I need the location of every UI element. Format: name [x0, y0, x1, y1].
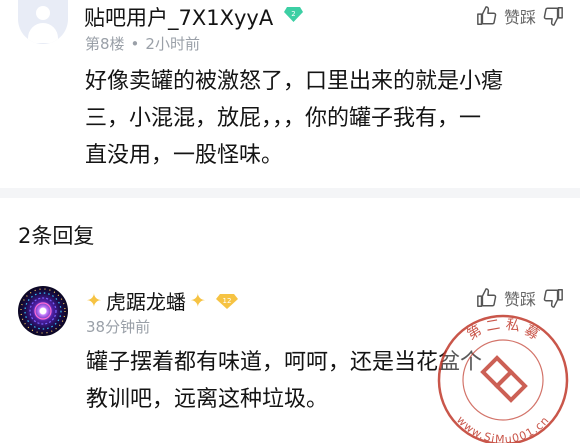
watermark-stamp: 第 二 私 募 www.SiMu001.cn: [437, 314, 569, 443]
sparkle-icon: ✦: [189, 289, 206, 312]
reply-time: 38分钟前: [86, 318, 151, 336]
svg-text:2: 2: [291, 10, 295, 18]
svg-text:12: 12: [222, 297, 231, 305]
reply-avatar[interactable]: [18, 286, 68, 336]
post-username[interactable]: 贴吧用户_7X1XyyA: [84, 2, 273, 32]
post-content-line: 三，小混混，放屁，，，你的罐子我有，一: [85, 106, 482, 131]
sparkle-icon: ✦: [86, 289, 102, 312]
post-content: 好像卖罐的被激怒了，口里出来的就是小瘪 三，小混混，放屁，，，你的罐子我有，一 …: [85, 63, 555, 174]
post-content-line: 好像卖罐的被激怒了，口里出来的就是小瘪: [85, 69, 504, 94]
level-badge-icon: 2: [284, 7, 303, 22]
post-card: 贴吧用户_7X1XyyA 2 第8楼 • 2小时前 赞踩 好像卖罐的被激怒了，口里出…: [0, 0, 580, 188]
vote-group: 赞踩: [476, 4, 564, 28]
vote-label: 赞踩: [503, 8, 536, 27]
floor-label: 第8楼: [85, 35, 125, 53]
level-badge-icon: 12: [215, 293, 238, 309]
user-avatar-icon[interactable]: [18, 0, 68, 44]
reply-username-row: ✦ 虎踞龙蟠 ✦ 12: [86, 286, 238, 315]
post-content-line: 直没用，一股怪味。: [85, 143, 284, 168]
section-divider: [0, 188, 580, 198]
thumb-down-icon[interactable]: [542, 5, 564, 27]
reply-count-label: 2条回复: [18, 224, 95, 248]
post-meta: 第8楼 • 2小时前: [85, 35, 200, 53]
reply-username[interactable]: 虎踞龙蟠: [106, 286, 186, 315]
thumb-up-icon[interactable]: [476, 5, 498, 27]
post-time: 2小时前: [145, 35, 200, 53]
